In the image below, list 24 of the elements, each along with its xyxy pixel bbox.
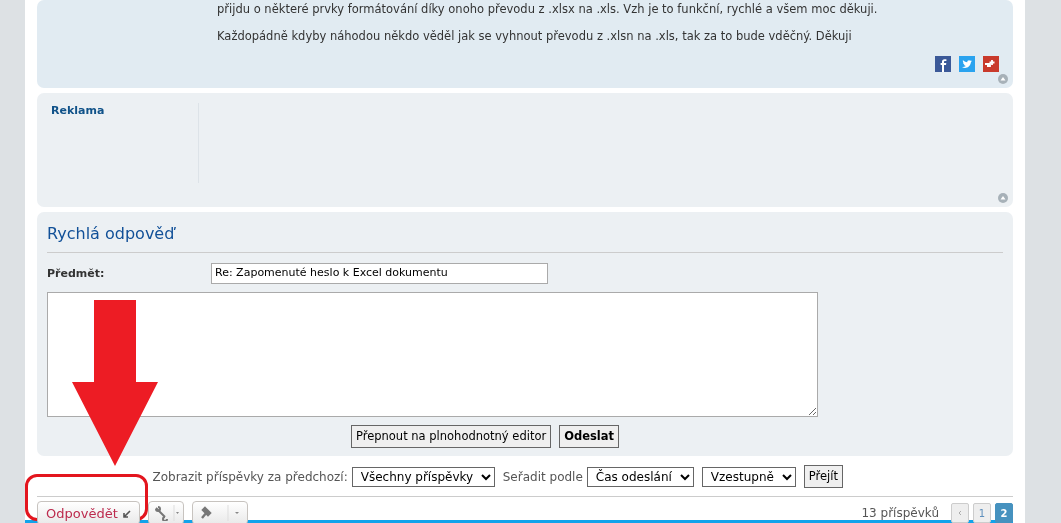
arrow-icon xyxy=(121,509,131,519)
message-field[interactable] xyxy=(47,291,818,417)
order-select[interactable]: Vzestupně xyxy=(701,466,796,487)
post-count: 13 příspěvků xyxy=(861,505,939,523)
post-text: Každopádně kdyby náhodou někdo věděl jak se vyhnout převodu z .xlsn na .xls, tak za to bude vděčný. Děkuji xyxy=(217,29,853,44)
twitter-icon[interactable] xyxy=(959,56,975,72)
tools-dropdown[interactable] xyxy=(147,501,184,523)
full-editor-button[interactable]: Přepnout na plnohodnotný editor xyxy=(350,424,552,448)
filter-label: Zobrazit příspěvky za předchozí: xyxy=(152,468,348,486)
reply-button[interactable]: Odpovědět xyxy=(37,501,140,523)
go-button[interactable]: Přejít xyxy=(803,465,843,489)
subject-field[interactable]: Re: Zapomenuté heslo k Excel dokumentu xyxy=(211,263,548,284)
time-filter-select[interactable]: Všechny příspěvky xyxy=(351,466,495,487)
sort-label: Seřadit podle xyxy=(502,468,583,486)
facebook-icon[interactable] xyxy=(935,56,951,72)
google-plus-icon[interactable] xyxy=(983,56,999,72)
moderation-dropdown[interactable] xyxy=(191,501,248,523)
post-text: přijdu o některé prvky formátování díky onoho převodu z .xlsx na .xls. Vzh je to funkční, rychlé a všem moc děkuji. xyxy=(217,2,879,17)
ad-label: Reklama xyxy=(51,104,105,117)
sort-select[interactable]: Čas odeslání xyxy=(586,466,694,487)
submit-button[interactable]: Odeslat xyxy=(559,424,620,448)
wrench-icon xyxy=(152,505,179,522)
section-title: Rychlá odpověď xyxy=(47,224,175,243)
field-label: Předmět: xyxy=(47,267,105,280)
